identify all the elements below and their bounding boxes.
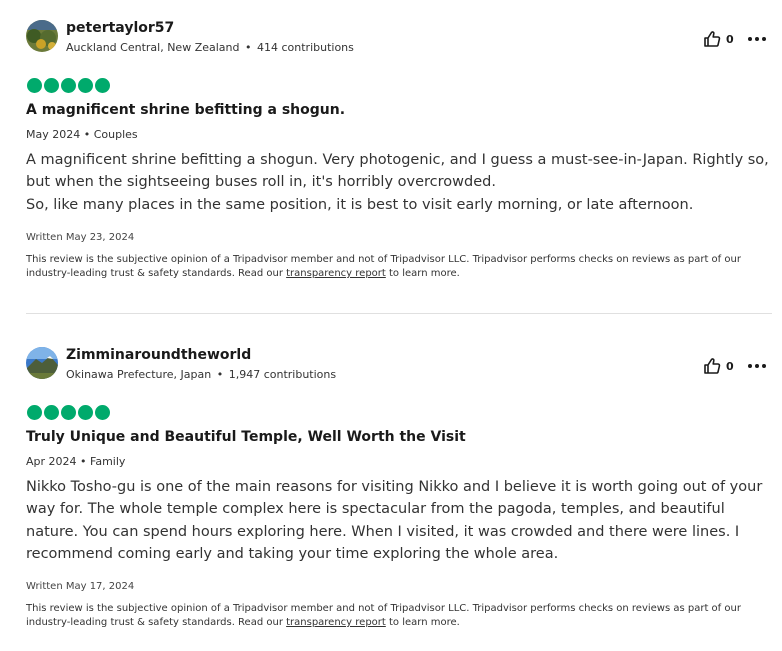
dot	[755, 37, 759, 41]
rating-bubble	[78, 405, 93, 420]
rating-bubbles	[27, 78, 110, 93]
avatar[interactable]	[26, 20, 58, 52]
transparency-report-link[interactable]: transparency report	[286, 268, 386, 279]
rating-bubble	[44, 78, 59, 93]
rating-bubble	[27, 78, 42, 93]
dot	[748, 364, 752, 368]
reviewer-contributions: 414 contributions	[257, 41, 354, 54]
rating-bubbles	[27, 405, 110, 420]
dot	[762, 37, 766, 41]
separator: •	[245, 41, 252, 54]
review-paragraph: Nikko Tosho-gu is one of the main reason…	[26, 479, 763, 562]
review-body: A magnificent shrine befitting a shogun.…	[26, 149, 771, 216]
visit-date: Apr 2024	[26, 455, 77, 468]
separator: •	[216, 368, 224, 381]
trip-type: Couples	[93, 128, 138, 141]
reviewer-contributions: 1,947 contributions	[228, 368, 337, 381]
review-disclaimer: This review is the subjective opinion of…	[26, 253, 771, 281]
username[interactable]: petertaylor57	[66, 20, 174, 36]
review-paragraph: So, like many places in the same positio…	[26, 196, 694, 213]
rating-bubble	[78, 78, 93, 93]
helpful-count: 0	[726, 32, 734, 46]
helpful-vote-button[interactable]: 0	[703, 357, 734, 375]
review-disclaimer: This review is the subjective opinion of…	[26, 602, 771, 630]
review-title[interactable]: A magnificent shrine befitting a shogun.	[26, 102, 345, 118]
review-date: May 2024 • Couples	[26, 128, 138, 141]
username[interactable]: Zimminaroundtheworld	[66, 347, 251, 363]
thumbs-up-icon	[704, 31, 721, 47]
disclaimer-text: to learn more.	[385, 617, 460, 628]
reviewer-location: Auckland Central, New Zealand	[66, 41, 240, 54]
disclaimer-text: to learn more.	[385, 268, 460, 279]
reviewer-meta: Okinawa Prefecture, Japan • 1,947 contri…	[66, 368, 336, 381]
trip-type: Family	[90, 455, 126, 468]
written-date: Written May 23, 2024	[26, 232, 135, 243]
dot	[762, 364, 766, 368]
rating-bubble	[61, 405, 76, 420]
review-divider	[26, 313, 772, 314]
written-date: Written May 17, 2024	[26, 581, 135, 592]
review-date: Apr 2024 • Family	[26, 455, 125, 468]
avatar[interactable]	[26, 347, 58, 379]
review-title[interactable]: Truly Unique and Beautiful Temple, Well …	[26, 429, 466, 445]
rating-bubble	[61, 78, 76, 93]
helpful-vote-button[interactable]: 0	[703, 30, 734, 48]
dot	[748, 37, 752, 41]
separator: •	[80, 455, 87, 468]
dot	[755, 364, 759, 368]
rating-bubble	[27, 405, 42, 420]
more-options-button[interactable]	[748, 34, 766, 44]
transparency-report-link[interactable]: transparency report	[286, 617, 386, 628]
rating-bubble	[44, 405, 59, 420]
helpful-count: 0	[726, 359, 734, 373]
separator: •	[83, 128, 91, 141]
visit-date: May 2024	[26, 128, 81, 141]
reviewer-location: Okinawa Prefecture, Japan	[66, 368, 212, 381]
review-body: Nikko Tosho-gu is one of the main reason…	[26, 476, 771, 565]
thumbs-up-icon	[704, 358, 721, 374]
rating-bubble	[95, 405, 110, 420]
more-options-button[interactable]	[748, 361, 766, 371]
review-paragraph: A magnificent shrine befitting a shogun.…	[26, 152, 769, 191]
reviewer-meta: Auckland Central, New Zealand • 414 cont…	[66, 41, 354, 54]
rating-bubble	[95, 78, 110, 93]
